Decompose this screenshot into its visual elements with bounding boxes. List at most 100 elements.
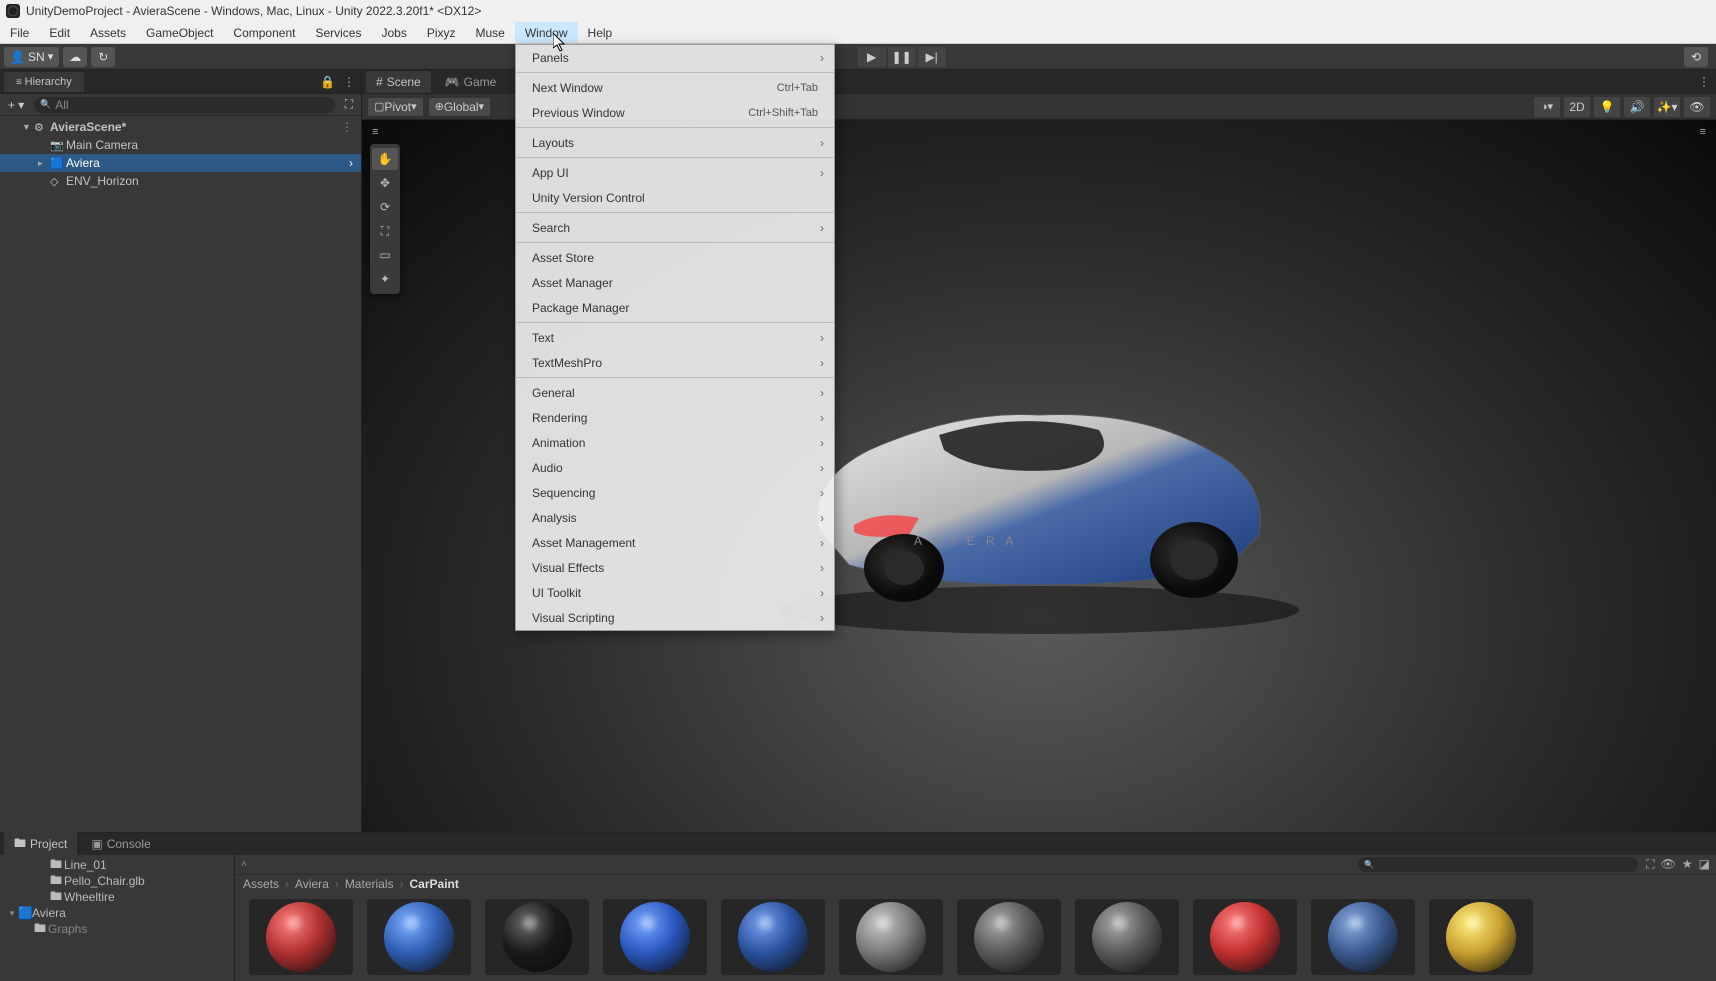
overlay-menu-left[interactable]: ≡ bbox=[372, 126, 378, 138]
game-tab[interactable]: 🎮Game bbox=[435, 71, 507, 93]
fx-toggle[interactable]: ✨▾ bbox=[1654, 97, 1680, 117]
maximize-icon[interactable]: ⛶ bbox=[341, 97, 357, 112]
menu-jobs[interactable]: Jobs bbox=[371, 22, 416, 43]
rotate-tool[interactable]: ⟳ bbox=[372, 196, 398, 218]
menu-file[interactable]: File bbox=[0, 22, 39, 43]
cloud-button[interactable]: ☁ bbox=[63, 47, 87, 67]
audio-toggle[interactable]: 🔊 bbox=[1624, 97, 1650, 117]
gizmos-visibility[interactable]: 👁 bbox=[1684, 97, 1710, 117]
material-thumbnail[interactable] bbox=[1193, 899, 1297, 975]
menu-pixyz[interactable]: Pixyz bbox=[417, 22, 466, 43]
folder-item[interactable]: 🖿Graphs bbox=[0, 921, 234, 937]
menu-item-previous-window[interactable]: Previous WindowCtrl+Shift+Tab bbox=[516, 100, 834, 125]
account-button[interactable]: 👤 SN ▾ bbox=[4, 47, 59, 67]
breadcrumb-item[interactable]: Aviera bbox=[295, 877, 329, 891]
folder-item[interactable]: 🖿Pello_Chair.glb bbox=[0, 873, 234, 889]
menu-item-panels[interactable]: Panels bbox=[516, 45, 834, 70]
play-icon: ▶ bbox=[867, 50, 876, 64]
create-dropdown[interactable]: + ▾ bbox=[4, 97, 28, 113]
material-thumbnail[interactable] bbox=[603, 899, 707, 975]
hierarchy-search[interactable]: All bbox=[34, 97, 335, 113]
menu-item-audio[interactable]: Audio bbox=[516, 455, 834, 480]
menu-item-animation[interactable]: Animation bbox=[516, 430, 834, 455]
scene-tab[interactable]: #Scene bbox=[366, 71, 431, 93]
menu-muse[interactable]: Muse bbox=[466, 22, 515, 43]
filter-by-label-icon[interactable]: 👁 bbox=[1661, 857, 1676, 872]
menu-item-text[interactable]: Text bbox=[516, 325, 834, 350]
material-thumbnail[interactable] bbox=[1311, 899, 1415, 975]
rect-tool[interactable]: ▭ bbox=[372, 244, 398, 266]
menu-item-asset-manager[interactable]: Asset Manager bbox=[516, 270, 834, 295]
global-toggle[interactable]: ⊕ Global ▾ bbox=[429, 98, 490, 116]
pause-button[interactable]: ❚❚ bbox=[888, 47, 916, 67]
menu-item-unity-version-control[interactable]: Unity Version Control bbox=[516, 185, 834, 210]
main-toolbar: 👤 SN ▾ ☁ ↻ ▶ ❚❚ ▶| ⟲ bbox=[0, 44, 1716, 70]
scroll-up-icon[interactable]: ˄ bbox=[241, 859, 247, 870]
project-search[interactable] bbox=[1358, 857, 1638, 872]
material-thumbnail[interactable] bbox=[1429, 899, 1533, 975]
menu-item-textmeshpro[interactable]: TextMeshPro bbox=[516, 350, 834, 375]
menu-item-asset-management[interactable]: Asset Management bbox=[516, 530, 834, 555]
overlay-menu-right[interactable]: ≡ bbox=[1700, 126, 1706, 138]
menu-help[interactable]: Help bbox=[578, 22, 623, 43]
hierarchy-item[interactable]: ▸🟦Aviera› bbox=[0, 154, 361, 172]
transform-tool[interactable]: ✦ bbox=[372, 268, 398, 290]
console-tab[interactable]: ▣Console bbox=[81, 834, 160, 854]
move-tool[interactable]: ✥ bbox=[372, 172, 398, 194]
project-tab[interactable]: 🖿Project bbox=[4, 831, 77, 858]
menu-item-search[interactable]: Search bbox=[516, 215, 834, 240]
hierarchy-item[interactable]: 📷Main Camera bbox=[0, 136, 361, 154]
menu-item-package-manager[interactable]: Package Manager bbox=[516, 295, 834, 320]
undo-history-button[interactable]: ⟲ bbox=[1684, 47, 1708, 67]
menu-assets[interactable]: Assets bbox=[80, 22, 136, 43]
lock-icon[interactable]: 🔒 bbox=[320, 75, 335, 89]
material-thumbnail[interactable] bbox=[839, 899, 943, 975]
material-thumbnail[interactable] bbox=[367, 899, 471, 975]
menu-item-app-ui[interactable]: App UI bbox=[516, 160, 834, 185]
scene-menu-icon[interactable]: ⋮ bbox=[341, 120, 353, 134]
panel-menu-icon[interactable]: ⋮ bbox=[343, 75, 355, 89]
menu-component[interactable]: Component bbox=[223, 22, 305, 43]
pivot-toggle[interactable]: ▢ Pivot ▾ bbox=[368, 98, 423, 116]
menu-separator bbox=[516, 377, 834, 378]
filter-by-type-icon[interactable]: ⛶ bbox=[1646, 857, 1654, 872]
menu-edit[interactable]: Edit bbox=[39, 22, 80, 43]
menu-item-asset-store[interactable]: Asset Store bbox=[516, 245, 834, 270]
play-button[interactable]: ▶ bbox=[858, 47, 886, 67]
breadcrumb-item[interactable]: Materials bbox=[345, 877, 394, 891]
hand-tool[interactable]: ✋ bbox=[372, 148, 398, 170]
hierarchy-tab[interactable]: Hierarchy bbox=[4, 72, 84, 92]
menu-services[interactable]: Services bbox=[305, 22, 371, 43]
menu-item-layouts[interactable]: Layouts bbox=[516, 130, 834, 155]
scene-root[interactable]: ▼⚙ AvieraScene* ⋮ bbox=[0, 118, 361, 136]
menu-item-visual-effects[interactable]: Visual Effects bbox=[516, 555, 834, 580]
menu-gameobject[interactable]: GameObject bbox=[136, 22, 223, 43]
panel-menu-icon[interactable]: ⋮ bbox=[1698, 75, 1710, 89]
history-button[interactable]: ↻ bbox=[91, 47, 115, 67]
scale-tool[interactable]: ⛶ bbox=[372, 220, 398, 242]
hierarchy-item[interactable]: ◇ENV_Horizon bbox=[0, 172, 361, 190]
breadcrumb-item[interactable]: CarPaint bbox=[410, 877, 459, 891]
material-thumbnail[interactable] bbox=[721, 899, 825, 975]
menu-item-sequencing[interactable]: Sequencing bbox=[516, 480, 834, 505]
folder-item[interactable]: 🖿Line_01 bbox=[0, 857, 234, 873]
material-thumbnail[interactable] bbox=[957, 899, 1061, 975]
menu-item-visual-scripting[interactable]: Visual Scripting bbox=[516, 605, 834, 630]
material-thumbnail[interactable] bbox=[1075, 899, 1179, 975]
menu-item-rendering[interactable]: Rendering bbox=[516, 405, 834, 430]
menu-item-general[interactable]: General bbox=[516, 380, 834, 405]
material-thumbnail[interactable] bbox=[485, 899, 589, 975]
lighting-toggle[interactable]: 💡 bbox=[1594, 97, 1620, 117]
menu-item-analysis[interactable]: Analysis bbox=[516, 505, 834, 530]
hidden-packages-icon[interactable]: ◪ bbox=[1699, 857, 1710, 872]
folder-item[interactable]: 🖿Wheeltire bbox=[0, 889, 234, 905]
material-thumbnail[interactable] bbox=[249, 899, 353, 975]
favorite-icon[interactable]: ★ bbox=[1682, 857, 1693, 872]
draw-mode-button[interactable]: ◑▾ bbox=[1534, 97, 1560, 117]
step-button[interactable]: ▶| bbox=[918, 47, 946, 67]
2d-toggle[interactable]: 2D bbox=[1564, 97, 1590, 117]
menu-item-next-window[interactable]: Next WindowCtrl+Tab bbox=[516, 75, 834, 100]
breadcrumb-item[interactable]: Assets bbox=[243, 877, 279, 891]
menu-window[interactable]: Window bbox=[515, 22, 578, 43]
menu-item-ui-toolkit[interactable]: UI Toolkit bbox=[516, 580, 834, 605]
